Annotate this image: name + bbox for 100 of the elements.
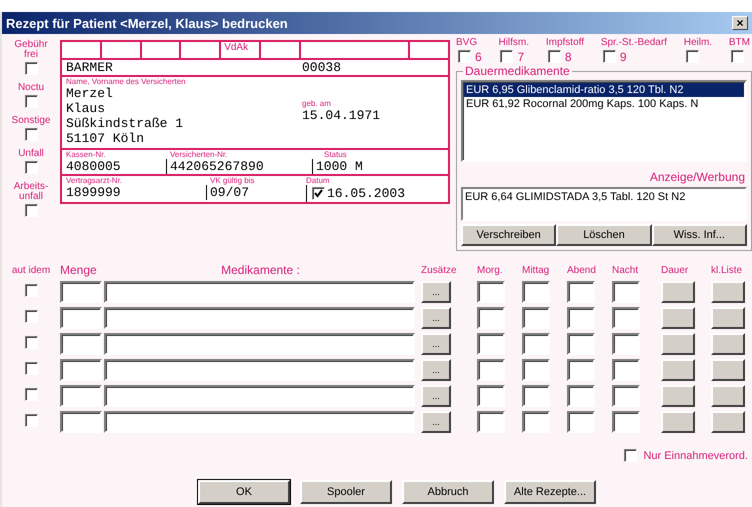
list-button[interactable]: [711, 385, 745, 407]
dose-field[interactable]: [612, 359, 640, 381]
insured-number: 442065267890: [166, 159, 312, 174]
checkbox[interactable]: [24, 388, 38, 401]
quantity-field[interactable]: [60, 333, 102, 355]
duration-button[interactable]: [661, 411, 695, 433]
checkbox[interactable]: [24, 284, 38, 297]
dose-field[interactable]: [567, 281, 595, 303]
medication-field[interactable]: [104, 333, 415, 355]
quantity-field[interactable]: [60, 281, 102, 303]
dose-field[interactable]: [522, 359, 550, 381]
duration-button[interactable]: [661, 281, 695, 303]
list-button[interactable]: [711, 307, 745, 329]
checkbox[interactable]: [500, 50, 514, 63]
more-button[interactable]: ...: [421, 281, 451, 303]
action-button[interactable]: Löschen: [556, 224, 652, 246]
checkbox[interactable]: [548, 50, 561, 63]
quantity-field[interactable]: [60, 411, 102, 433]
list-item[interactable]: EUR 6,95 Glibenclamid-ratio 3,5 120 Tbl. N2: [464, 83, 744, 97]
more-button[interactable]: ...: [421, 385, 451, 407]
dialog-button[interactable]: Alte Rezepte...: [504, 480, 596, 504]
medication-field[interactable]: [104, 385, 415, 407]
column-header: Nacht: [612, 264, 640, 276]
column-header: kl.Liste: [711, 264, 744, 276]
dose-field[interactable]: [522, 333, 550, 355]
checkbox[interactable]: [686, 50, 699, 63]
dose-field[interactable]: [612, 281, 640, 303]
dose-field[interactable]: [567, 385, 595, 407]
dose-field[interactable]: [477, 307, 505, 329]
duration-button[interactable]: [661, 359, 695, 381]
list-button[interactable]: [711, 411, 745, 433]
column-header: Abend: [567, 264, 596, 276]
medication-field[interactable]: [104, 411, 415, 433]
dialog-button[interactable]: OK: [198, 480, 290, 504]
field-label: Versicherten-Nr.: [169, 150, 228, 159]
form-cell: VdAk: [221, 42, 261, 58]
quantity-field[interactable]: [60, 307, 102, 329]
action-button[interactable]: Wiss. Inf...: [652, 224, 747, 246]
checkbox[interactable]: [602, 50, 616, 63]
checkbox[interactable]: [624, 449, 638, 462]
dose-field[interactable]: [522, 281, 550, 303]
list-button[interactable]: [711, 333, 745, 355]
ad-label: Anzeige/Werbung: [648, 170, 745, 184]
list-item[interactable]: EUR 61,92 Rocornal 200mg Kaps. 100 Kaps. N: [464, 97, 744, 111]
flag-label: Gebühr frei: [13, 40, 49, 60]
field-label: Status: [323, 150, 348, 159]
flag-label: Unfall: [17, 149, 45, 159]
checkbox[interactable]: [24, 336, 38, 349]
insurer-number: 4080005: [66, 159, 122, 174]
duration-button[interactable]: [661, 385, 695, 407]
dose-field[interactable]: [477, 411, 505, 433]
checkbox[interactable]: [730, 50, 744, 63]
checkbox[interactable]: [458, 50, 471, 63]
checkbox[interactable]: [24, 95, 38, 108]
checkbox[interactable]: [312, 187, 325, 200]
checkbox[interactable]: [24, 161, 38, 174]
more-button[interactable]: ...: [421, 411, 451, 433]
more-button[interactable]: ...: [421, 333, 451, 355]
dose-field[interactable]: [567, 307, 595, 329]
quantity-field[interactable]: [60, 385, 102, 407]
dose-field[interactable]: [612, 385, 640, 407]
close-button[interactable]: ×: [732, 16, 748, 30]
checkbox[interactable]: [24, 62, 38, 75]
dose-field[interactable]: [477, 385, 505, 407]
dose-field[interactable]: [477, 281, 505, 303]
dose-field[interactable]: [567, 411, 595, 433]
address-line: Merzel: [66, 86, 114, 101]
dose-field[interactable]: [477, 333, 505, 355]
duration-button[interactable]: [661, 333, 695, 355]
dose-field[interactable]: [567, 359, 595, 381]
list-button[interactable]: [711, 359, 745, 381]
checkbox[interactable]: [24, 414, 38, 427]
checkbox[interactable]: [24, 128, 38, 141]
dose-field[interactable]: [522, 307, 550, 329]
dialog-button[interactable]: Abbruch: [402, 480, 494, 504]
action-button[interactable]: Verschreiben: [461, 224, 556, 246]
checkbox[interactable]: [24, 362, 38, 375]
dialog-button[interactable]: Spooler: [300, 480, 392, 504]
medication-field[interactable]: [104, 307, 415, 329]
quantity-field[interactable]: [60, 359, 102, 381]
dose-field[interactable]: [612, 411, 640, 433]
window-title: Rezept für Patient <Merzel, Klaus> bedrucken: [6, 16, 288, 30]
checkbox[interactable]: [24, 310, 38, 323]
ad-field: EUR 6,64 GLIMIDSTADA 3,5 Tabl. 120 St N2: [461, 187, 747, 221]
category-number: 7: [517, 50, 524, 64]
address-line: Süßkindstraße 1: [66, 116, 184, 131]
dose-field[interactable]: [522, 385, 550, 407]
duration-button[interactable]: [661, 307, 695, 329]
more-button[interactable]: ...: [421, 359, 451, 381]
medication-field[interactable]: [104, 359, 415, 381]
dose-field[interactable]: [522, 411, 550, 433]
medication-field[interactable]: [104, 281, 415, 303]
dose-field[interactable]: [612, 333, 640, 355]
checkbox[interactable]: [24, 204, 38, 217]
dose-field[interactable]: [567, 333, 595, 355]
option-label: Nur Einnahmeverord.: [643, 450, 748, 460]
dose-field[interactable]: [612, 307, 640, 329]
list-button[interactable]: [711, 281, 745, 303]
dose-field[interactable]: [477, 359, 505, 381]
more-button[interactable]: ...: [421, 307, 451, 329]
